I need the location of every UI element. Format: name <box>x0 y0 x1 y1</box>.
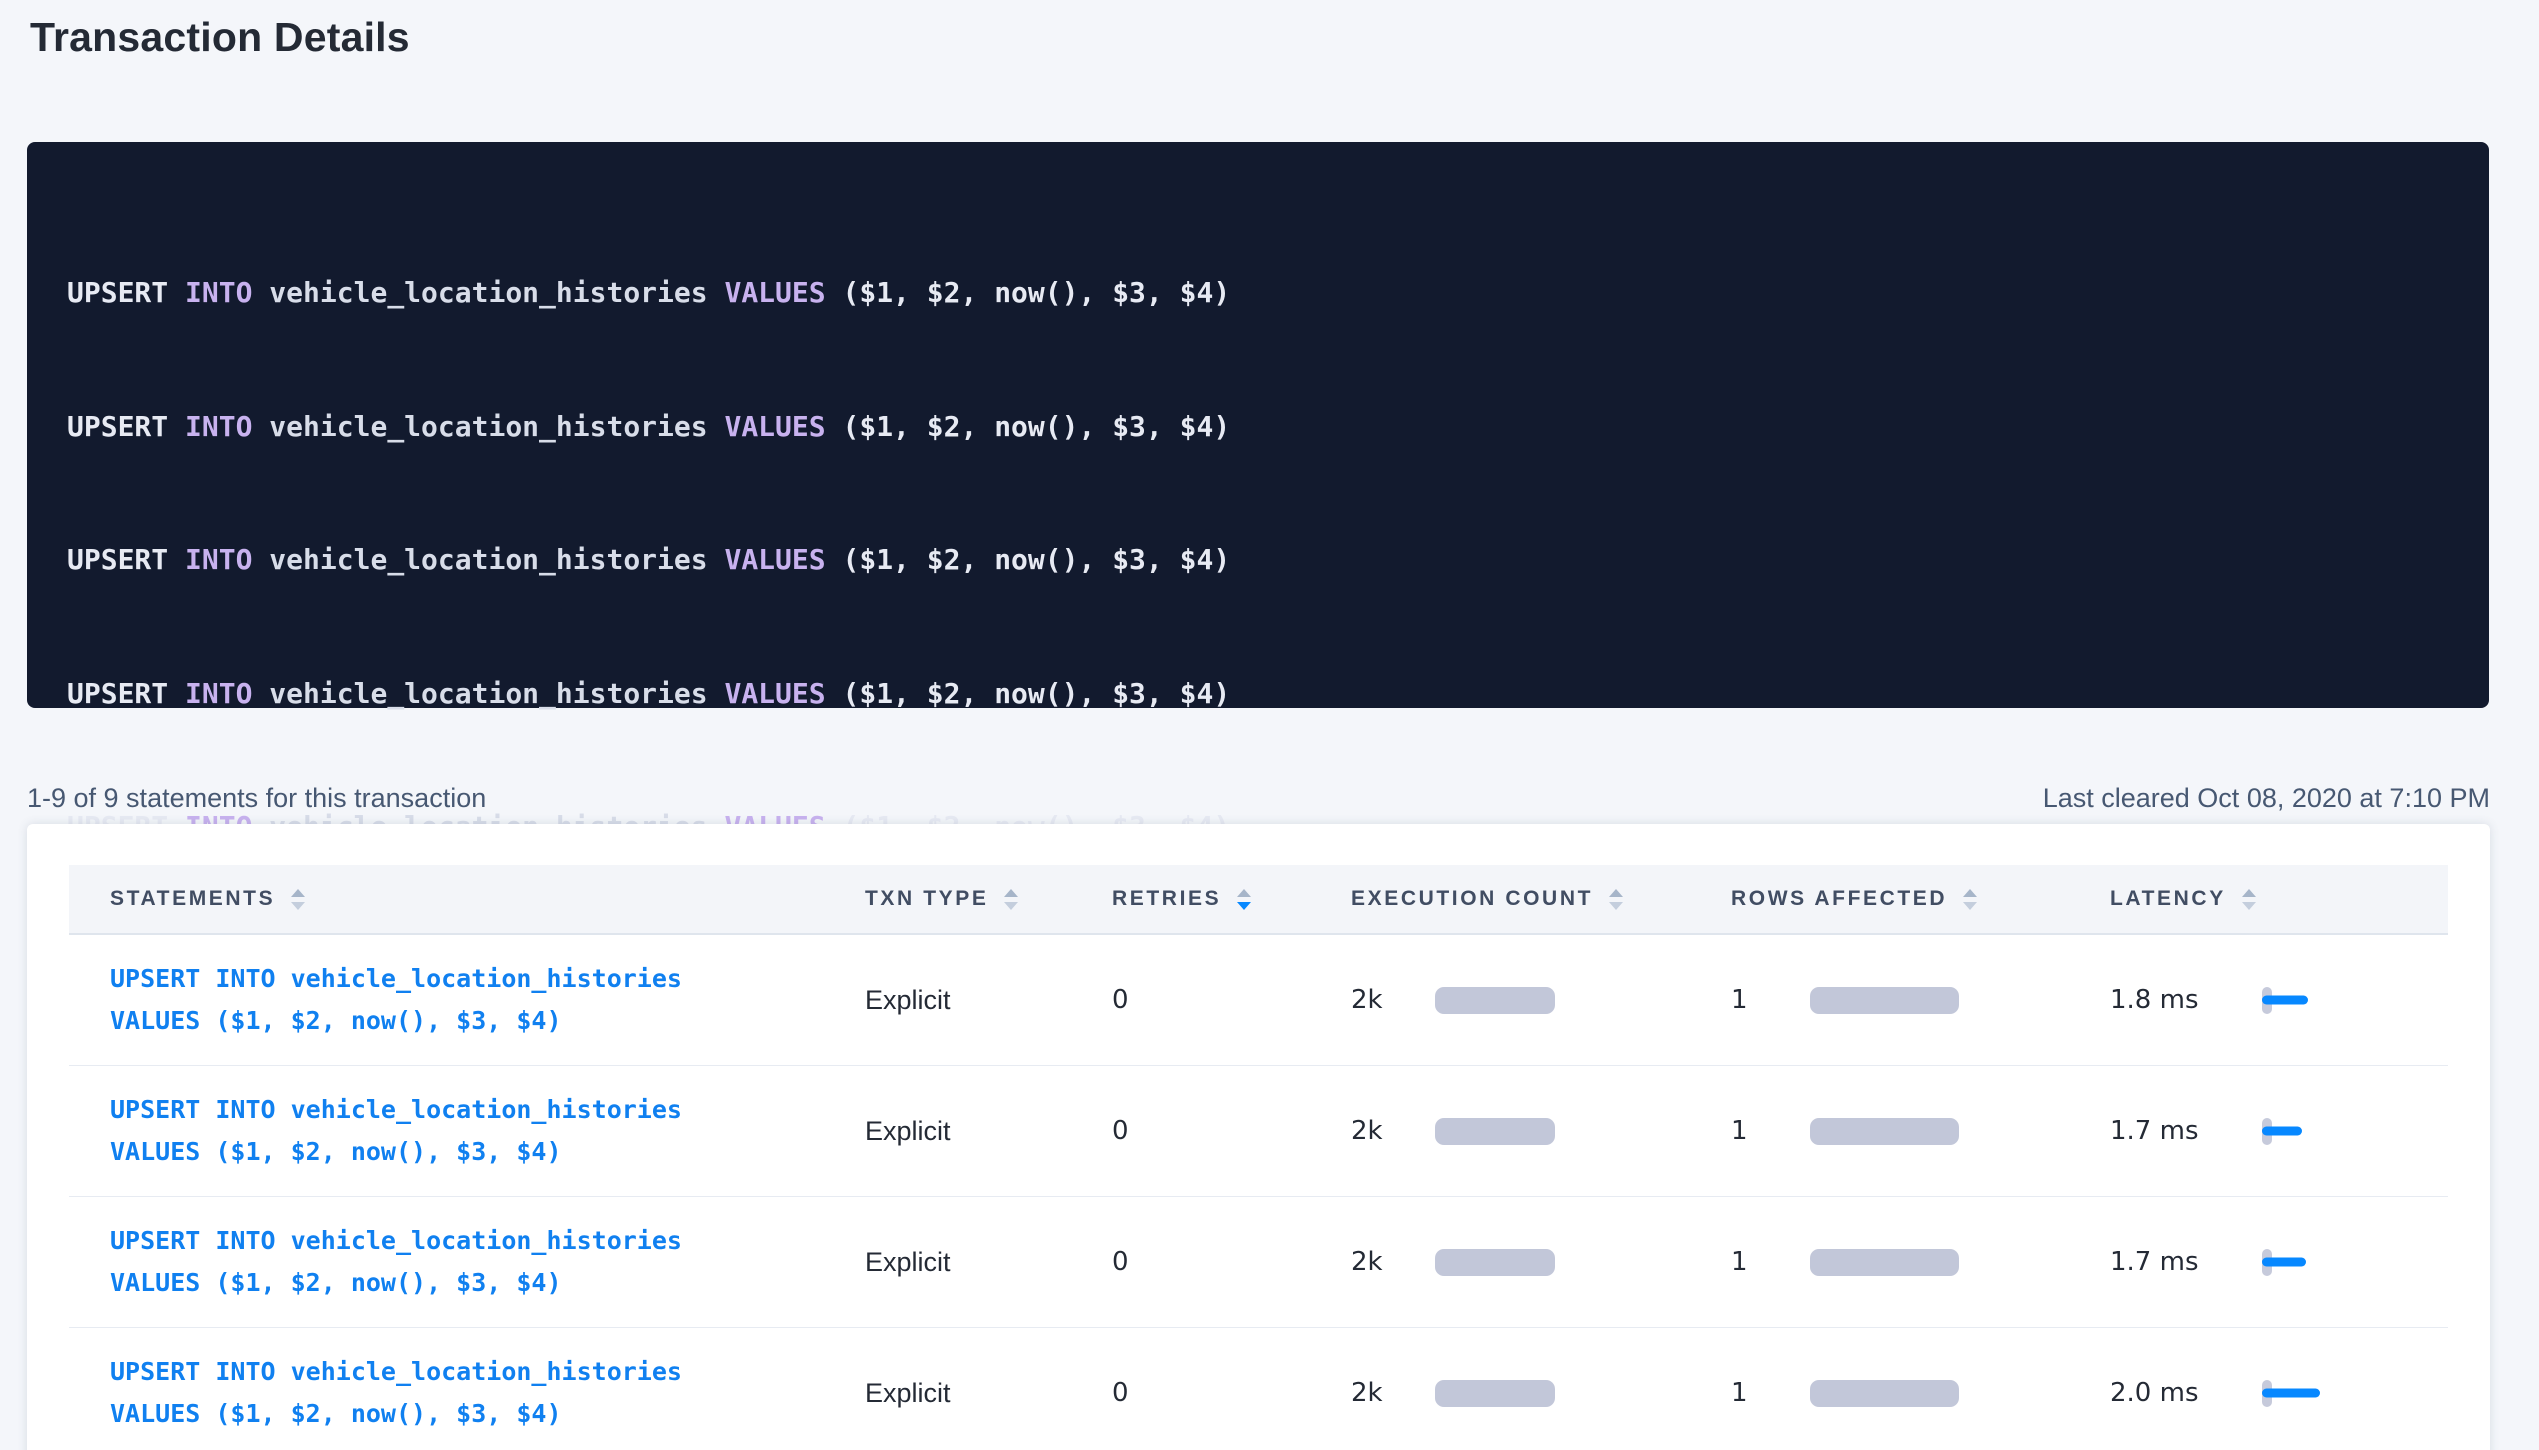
page-title: Transaction Details <box>30 8 410 66</box>
sort-arrows-icon <box>1963 889 1977 910</box>
execution-count-cell: 2k <box>1351 1247 1731 1277</box>
table-row: UPSERT INTO vehicle_location_histories V… <box>69 1328 2448 1450</box>
retries-cell: 0 <box>1112 1378 1351 1408</box>
txn-type-cell: Explicit <box>865 1116 1112 1147</box>
table-row: UPSERT INTO vehicle_location_histories V… <box>69 1197 2448 1328</box>
sql-code-line: UPSERT INTO vehicle_location_histories V… <box>67 672 2449 717</box>
txn-type-cell: Explicit <box>865 985 1112 1016</box>
sort-arrows-icon <box>1609 889 1623 910</box>
sql-statements-box: UPSERT INTO vehicle_location_histories V… <box>27 142 2489 708</box>
sort-arrows-icon <box>291 889 305 910</box>
latency-bar <box>2262 1127 2302 1136</box>
column-header-latency[interactable]: LATENCY <box>2110 887 2448 911</box>
latency-cell: 1.8 ms <box>2110 985 2448 1015</box>
column-header-rows-affected[interactable]: ROWS AFFECTED <box>1731 887 2110 911</box>
execution-count-bar <box>1435 1118 1555 1145</box>
sql-code-line: UPSERT INTO vehicle_location_histories V… <box>67 405 2449 450</box>
execution-count-cell: 2k <box>1351 1378 1731 1408</box>
statement-link[interactable]: UPSERT INTO vehicle_location_histories V… <box>110 1089 865 1173</box>
latency-cell: 1.7 ms <box>2110 1116 2448 1146</box>
table-row: UPSERT INTO vehicle_location_histories V… <box>69 1066 2448 1197</box>
statement-link[interactable]: UPSERT INTO vehicle_location_histories V… <box>110 1220 865 1304</box>
execution-count-bar <box>1435 987 1555 1014</box>
sort-arrows-icon <box>1004 889 1018 910</box>
statements-count-text: 1-9 of 9 statements for this transaction <box>27 778 486 818</box>
sql-code-line: UPSERT INTO vehicle_location_histories V… <box>67 538 2449 583</box>
latency-bar-chart <box>2262 1118 2272 1145</box>
transaction-details-page: Transaction Details UPSERT INTO vehicle_… <box>0 0 2539 1450</box>
statements-table-card: STATEMENTS TXN TYPE RETRIES EXECUTION CO… <box>27 824 2490 1450</box>
latency-bar-chart <box>2262 1249 2272 1276</box>
statement-link[interactable]: UPSERT INTO vehicle_location_histories V… <box>110 1351 865 1435</box>
execution-count-bar <box>1435 1380 1555 1407</box>
sql-code-line: UPSERT INTO vehicle_location_histories V… <box>67 271 2449 316</box>
column-header-statements[interactable]: STATEMENTS <box>69 887 865 911</box>
rows-affected-bar <box>1810 1118 1959 1145</box>
table-caption-row: 1-9 of 9 statements for this transaction… <box>27 778 2490 818</box>
latency-cell: 1.7 ms <box>2110 1247 2448 1277</box>
column-header-retries[interactable]: RETRIES <box>1112 887 1351 911</box>
rows-affected-bar <box>1810 1380 1959 1407</box>
sort-arrows-icon <box>2242 889 2256 910</box>
rows-affected-cell: 1 <box>1731 1378 2110 1408</box>
statement-link[interactable]: UPSERT INTO vehicle_location_histories V… <box>110 958 865 1042</box>
table-header-row: STATEMENTS TXN TYPE RETRIES EXECUTION CO… <box>69 865 2448 935</box>
latency-cell: 2.0 ms <box>2110 1378 2448 1408</box>
retries-cell: 0 <box>1112 1247 1351 1277</box>
rows-affected-cell: 1 <box>1731 1247 2110 1277</box>
latency-bar-chart <box>2262 987 2272 1014</box>
retries-cell: 0 <box>1112 1116 1351 1146</box>
execution-count-bar <box>1435 1249 1555 1276</box>
txn-type-cell: Explicit <box>865 1247 1112 1278</box>
column-header-txn-type[interactable]: TXN TYPE <box>865 887 1112 911</box>
latency-bar <box>2262 996 2308 1005</box>
execution-count-cell: 2k <box>1351 985 1731 1015</box>
txn-type-cell: Explicit <box>865 1378 1112 1409</box>
retries-cell: 0 <box>1112 985 1351 1015</box>
latency-bar <box>2262 1389 2320 1398</box>
latency-bar <box>2262 1258 2306 1267</box>
execution-count-cell: 2k <box>1351 1116 1731 1146</box>
rows-affected-cell: 1 <box>1731 985 2110 1015</box>
last-cleared-text: Last cleared Oct 08, 2020 at 7:10 PM <box>2043 778 2490 818</box>
column-header-execution-count[interactable]: EXECUTION COUNT <box>1351 887 1731 911</box>
latency-bar-chart <box>2262 1380 2272 1407</box>
rows-affected-bar <box>1810 1249 1959 1276</box>
rows-affected-bar <box>1810 987 1959 1014</box>
sort-arrows-icon-active <box>1237 889 1251 910</box>
rows-affected-cell: 1 <box>1731 1116 2110 1146</box>
table-row: UPSERT INTO vehicle_location_histories V… <box>69 935 2448 1066</box>
